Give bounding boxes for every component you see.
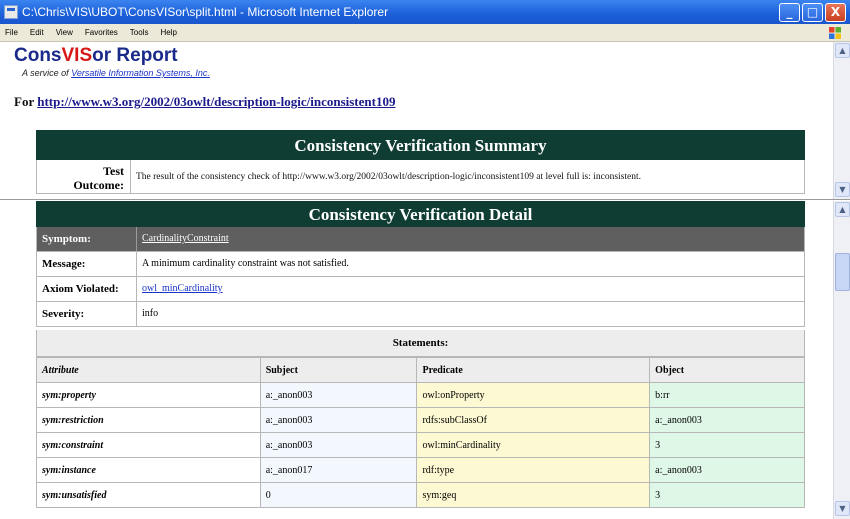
vis-company-link[interactable]: Versatile Information Systems, Inc. <box>71 68 210 78</box>
cell-attribute: sym:restriction <box>36 407 261 433</box>
test-outcome-label-line2: Outcome: <box>73 178 124 192</box>
summary-table: Consistency Verification Summary Test Ou… <box>36 130 805 194</box>
symptom-row: Symptom: CardinalityConstraint <box>36 227 805 252</box>
bottom-frame: Consistency Verification Detail Symptom:… <box>0 201 850 519</box>
table-row: sym:instance a:_anon017 rdf:type a:_anon… <box>36 457 805 483</box>
cell-attribute: sym:constraint <box>36 432 261 458</box>
cell-predicate: rdfs:subClassOf <box>416 407 651 433</box>
window-titlebar[interactable]: C:\Chris\VIS\UBOT\ConsVISor\split.html -… <box>0 0 850 24</box>
scroll-thumb[interactable] <box>835 253 850 291</box>
header-attribute: Attribute <box>36 357 261 383</box>
message-value: A minimum cardinality constraint was not… <box>142 258 349 269</box>
brand-prefix: Cons <box>14 45 62 66</box>
detail-title: Consistency Verification Detail <box>36 201 805 227</box>
statements-title: Statements: <box>36 330 805 357</box>
scroll-up-arrow-icon[interactable]: ▲ <box>835 43 850 58</box>
menu-favorites[interactable]: Favorites <box>79 28 124 37</box>
axiom-label: Axiom Violated: <box>37 277 137 301</box>
axiom-value: owl_minCardinality <box>137 277 223 301</box>
header-object: Object <box>649 357 805 383</box>
cell-subject: a:_anon017 <box>259 457 418 483</box>
cell-predicate: rdf:type <box>416 457 651 483</box>
menu-edit[interactable]: Edit <box>24 28 50 37</box>
cell-subject: 0 <box>259 482 418 508</box>
test-outcome-value: The result of the consistency check of h… <box>136 172 641 182</box>
cell-object: b:rr <box>649 382 805 408</box>
tested-url-link[interactable]: http://www.w3.org/2002/03owlt/descriptio… <box>37 94 395 109</box>
for-label: For <box>14 94 38 109</box>
top-frame-scrollbar[interactable]: ▲ ▼ <box>833 42 850 199</box>
cell-predicate: owl:minCardinality <box>416 432 651 458</box>
statements-header-row: Attribute Subject Predicate Object <box>36 357 805 383</box>
scroll-up-arrow-icon[interactable]: ▲ <box>835 202 850 217</box>
cell-object: 3 <box>649 432 805 458</box>
service-line: A service of Versatile Information Syste… <box>22 68 210 78</box>
table-row: sym:unsatisfied 0 sym:geq 3 <box>36 482 805 508</box>
table-row: sym:constraint a:_anon003 owl:minCardina… <box>36 432 805 458</box>
axiom-link[interactable]: owl_minCardinality <box>142 283 223 294</box>
brand-vis: VIS <box>61 45 93 66</box>
test-outcome-label: Test Outcome: <box>37 160 131 193</box>
maximize-button[interactable]: □ <box>802 2 823 22</box>
statements-table: Attribute Subject Predicate Object sym:p… <box>36 357 805 508</box>
symptom-value[interactable]: CardinalityConstraint <box>137 227 229 251</box>
severity-value: info <box>142 308 159 319</box>
bottom-frame-scrollbar[interactable]: ▲ ▼ <box>833 201 850 519</box>
cell-attribute: sym:unsatisfied <box>36 482 261 508</box>
symptom-label: Symptom: <box>37 227 137 251</box>
test-outcome-label-line1: Test <box>103 164 124 178</box>
ie-app-icon <box>4 5 18 19</box>
menu-bar: File Edit View Favorites Tools Help <box>0 24 850 42</box>
summary-title: Consistency Verification Summary <box>36 130 805 160</box>
cell-attribute: sym:instance <box>36 457 261 483</box>
table-row: sym:restriction a:_anon003 rdfs:subClass… <box>36 407 805 433</box>
table-row: sym:property a:_anon003 owl:onProperty b… <box>36 382 805 408</box>
cell-object: a:_anon003 <box>649 407 805 433</box>
service-prefix: A service of <box>22 68 72 78</box>
scroll-down-arrow-icon[interactable]: ▼ <box>835 501 850 516</box>
severity-label: Severity: <box>37 302 137 326</box>
cell-attribute: sym:property <box>36 382 261 408</box>
menu-view[interactable]: View <box>50 28 79 37</box>
minimize-button[interactable]: _ <box>779 2 800 22</box>
windows-logo-icon <box>829 27 841 39</box>
cell-predicate: owl:onProperty <box>416 382 651 408</box>
for-line: For http://www.w3.org/2002/03owlt/descri… <box>14 94 395 110</box>
cell-subject: a:_anon003 <box>259 382 418 408</box>
message-label: Message: <box>37 252 137 276</box>
menu-help[interactable]: Help <box>154 28 182 37</box>
cell-subject: a:_anon003 <box>259 432 418 458</box>
top-frame: ConsVISor Report A service of Versatile … <box>0 42 850 200</box>
cell-object: 3 <box>649 482 805 508</box>
severity-row: Severity: info <box>36 302 805 327</box>
window-title: C:\Chris\VIS\UBOT\ConsVISor\split.html -… <box>22 5 389 19</box>
message-row: Message: A minimum cardinality constrain… <box>36 252 805 277</box>
menu-tools[interactable]: Tools <box>124 28 155 37</box>
cell-object: a:_anon003 <box>649 457 805 483</box>
detail-table: Consistency Verification Detail Symptom:… <box>36 201 805 508</box>
cell-subject: a:_anon003 <box>259 407 418 433</box>
summary-row: Test Outcome: The result of the consiste… <box>36 160 805 194</box>
header-subject: Subject <box>259 357 418 383</box>
close-button[interactable]: X <box>825 2 846 22</box>
menu-file[interactable]: File <box>0 28 24 37</box>
cell-predicate: sym:geq <box>416 482 651 508</box>
brand-suffix: or Report <box>92 45 178 66</box>
report-brand: ConsVISor Report <box>14 45 178 67</box>
axiom-row: Axiom Violated: owl_minCardinality <box>36 277 805 302</box>
scroll-down-arrow-icon[interactable]: ▼ <box>835 182 850 197</box>
header-predicate: Predicate <box>416 357 651 383</box>
